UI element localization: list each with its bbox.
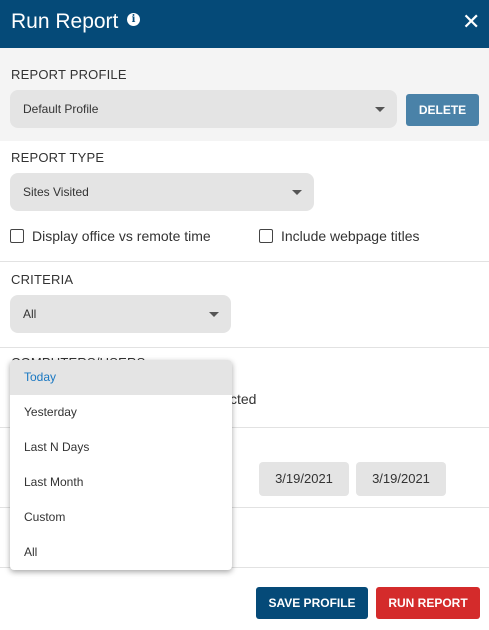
dropdown-item-custom[interactable]: Custom xyxy=(10,500,232,535)
run-report-button[interactable]: RUN REPORT xyxy=(376,587,480,619)
criteria-select[interactable]: All xyxy=(10,295,231,333)
dropdown-item-last-n-days[interactable]: Last N Days xyxy=(10,430,232,465)
dropdown-item-today[interactable]: Today xyxy=(10,360,232,395)
report-profile-value: Default Profile xyxy=(23,102,99,116)
info-icon[interactable]: i xyxy=(127,13,140,26)
dialog-header: Run Report i ✕ xyxy=(0,0,489,48)
dropdown-item-last-month[interactable]: Last Month xyxy=(10,465,232,500)
dialog-title: Run Report xyxy=(11,10,119,33)
delete-button[interactable]: DELETE xyxy=(406,94,479,126)
chevron-down-icon xyxy=(292,190,302,195)
save-profile-button[interactable]: SAVE PROFILE xyxy=(256,587,368,619)
include-webpage-titles-checkbox[interactable] xyxy=(259,229,273,243)
close-icon[interactable]: ✕ xyxy=(462,11,480,33)
report-type-value: Sites Visited xyxy=(23,185,89,199)
report-type-label: REPORT TYPE xyxy=(11,150,105,165)
chevron-down-icon xyxy=(209,312,219,317)
divider xyxy=(0,261,489,262)
report-profile-select[interactable]: Default Profile xyxy=(10,90,397,128)
include-webpage-titles-checkbox-row[interactable]: Include webpage titles xyxy=(259,228,420,244)
display-office-remote-checkbox[interactable] xyxy=(10,229,24,243)
computers-users-selection-text: cted xyxy=(230,391,257,407)
display-office-remote-label: Display office vs remote time xyxy=(32,228,211,244)
chevron-down-icon xyxy=(375,107,385,112)
criteria-value: All xyxy=(23,307,37,321)
dropdown-item-all[interactable]: All xyxy=(10,535,232,570)
date-range-dropdown-menu: Today Yesterday Last N Days Last Month C… xyxy=(10,360,232,570)
divider xyxy=(0,347,489,348)
criteria-label: CRITERIA xyxy=(11,272,74,287)
dropdown-item-yesterday[interactable]: Yesterday xyxy=(10,395,232,430)
include-webpage-titles-label: Include webpage titles xyxy=(281,228,420,244)
display-office-remote-checkbox-row[interactable]: Display office vs remote time xyxy=(10,228,211,244)
end-date-field[interactable]: 3/19/2021 xyxy=(356,462,446,496)
report-profile-label: REPORT PROFILE xyxy=(11,67,127,82)
start-date-field[interactable]: 3/19/2021 xyxy=(259,462,349,496)
report-profile-section: REPORT PROFILE Default Profile DELETE xyxy=(0,48,489,141)
report-type-select[interactable]: Sites Visited xyxy=(10,173,314,211)
